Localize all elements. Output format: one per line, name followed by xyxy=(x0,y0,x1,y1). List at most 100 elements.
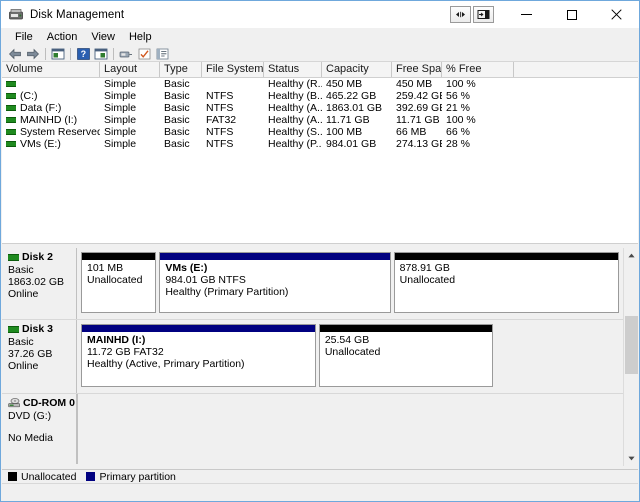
cell-status: Healthy (A... xyxy=(268,102,322,114)
help-icon[interactable]: ? xyxy=(74,46,92,61)
cell-free-space: 11.71 GB xyxy=(396,114,440,126)
cell-volume: VMs (E:) xyxy=(2,138,100,150)
column-header-capacity[interactable]: Capacity xyxy=(322,62,392,77)
cell-capacity: 450 MB xyxy=(326,78,363,90)
menu-item-view[interactable]: View xyxy=(84,29,122,46)
menu-item-help[interactable]: Help xyxy=(122,29,159,46)
partition-color-band xyxy=(394,253,618,260)
toolbar-separator xyxy=(70,47,71,60)
legend: Unallocated Primary partition xyxy=(2,469,638,483)
partition-vms-e[interactable]: VMs (E:) 984.01 GB NTFS Healthy (Primary… xyxy=(159,252,391,313)
show-hide-tree-icon[interactable] xyxy=(49,46,67,61)
table-row[interactable]: Data (F:) Simple Basic NTFS Healthy (A..… xyxy=(2,102,638,114)
forward-icon[interactable] xyxy=(24,46,42,61)
cell-type: Basic xyxy=(164,126,190,138)
cell-layout: Simple xyxy=(104,114,137,126)
cell-layout: Simple xyxy=(104,90,137,102)
volume-color-icon xyxy=(6,92,16,99)
column-header-free-space[interactable]: Free Spa... xyxy=(392,62,442,77)
disk-icon xyxy=(8,325,19,333)
toolbar-separator xyxy=(45,47,46,60)
column-header-file-system[interactable]: File System xyxy=(202,62,264,77)
partition-color-band xyxy=(81,325,315,332)
disk-name-label: Disk 3 xyxy=(22,323,53,335)
cell-volume xyxy=(2,78,100,90)
table-row[interactable]: Simple Basic Healthy (R... 450 MB 450 MB… xyxy=(2,78,638,90)
volume-list-rows: Simple Basic Healthy (R... 450 MB 450 MB… xyxy=(2,78,638,150)
cell-capacity: 100 MB xyxy=(326,126,363,138)
table-row[interactable]: VMs (E:) Simple Basic NTFS Healthy (P...… xyxy=(2,138,638,150)
column-header-volume[interactable]: Volume xyxy=(2,62,100,77)
menu-item-file[interactable]: File xyxy=(8,29,40,46)
legend-swatch-unallocated-icon xyxy=(8,472,17,481)
show-hide-action-pane-icon[interactable] xyxy=(92,46,110,61)
partition-status-label: Unallocated xyxy=(399,274,456,286)
cell-capacity: 11.71 GB xyxy=(326,114,370,126)
column-header-type[interactable]: Type xyxy=(160,62,202,77)
scrollbar-thumb[interactable] xyxy=(625,316,638,374)
cell-status: Healthy (P... xyxy=(268,138,322,150)
disk-row-cdrom-0[interactable]: CD-ROM 0 DVD (G:) No Media xyxy=(2,394,638,464)
partition-mainhd-i[interactable]: MAINHD (I:) 11.72 GB FAT32 Healthy (Acti… xyxy=(81,324,316,387)
partition-color-band xyxy=(319,325,492,332)
close-button[interactable] xyxy=(594,1,639,28)
scroll-down-arrow[interactable] xyxy=(624,451,638,466)
cell-free-space: 274.13 GB xyxy=(396,138,442,150)
disk-info-cdrom-0[interactable]: CD-ROM 0 DVD (G:) No Media xyxy=(2,394,77,464)
partition-size-label: 878.91 GB xyxy=(399,262,450,274)
partition-unallocated[interactable]: 101 MB Unallocated xyxy=(81,252,157,313)
legend-label-unallocated: Unallocated xyxy=(21,470,77,483)
show-hide-console-tree-button[interactable] xyxy=(450,6,471,23)
cell-file-system: NTFS xyxy=(206,126,234,138)
graphical-view-scrollbar[interactable] xyxy=(623,248,638,466)
legend-label-primary-partition: Primary partition xyxy=(99,470,176,483)
cell-layout: Simple xyxy=(104,126,137,138)
partition-status-label: Unallocated xyxy=(87,274,143,286)
column-header-pct-free[interactable]: % Free xyxy=(442,62,514,77)
toolbar-separator xyxy=(113,47,114,60)
graphical-view-pane: Disk 2 Basic 1863.02 GB Online 101 MB Un… xyxy=(2,248,638,466)
disk-info-disk-3[interactable]: Disk 3 Basic 37.26 GB Online xyxy=(2,320,77,393)
cell-type: Basic xyxy=(164,102,190,114)
show-hide-action-pane-button[interactable] xyxy=(473,6,494,23)
menu-item-action[interactable]: Action xyxy=(40,29,85,46)
cell-type: Basic xyxy=(164,114,190,126)
back-icon[interactable] xyxy=(6,46,24,61)
cell-pct-free: 56 % xyxy=(446,90,470,102)
partition-size-label: 101 MB xyxy=(87,262,124,274)
volume-list-pane: Volume Layout Type File System Status Ca… xyxy=(2,61,638,243)
partition-unallocated[interactable]: 25.54 GB Unallocated xyxy=(318,324,493,387)
cell-file-system: NTFS xyxy=(206,102,234,114)
disk-row-disk-2[interactable]: Disk 2 Basic 1863.02 GB Online 101 MB Un… xyxy=(2,248,638,320)
properties-icon[interactable] xyxy=(135,46,153,61)
disk-size-label: 37.26 GB xyxy=(8,348,53,360)
partition-color-band xyxy=(82,253,156,260)
cdrom-icon xyxy=(8,398,21,408)
maximize-button[interactable] xyxy=(549,1,594,28)
partition-status-label: Healthy (Primary Partition) xyxy=(165,286,289,298)
minimize-button[interactable] xyxy=(504,1,549,28)
column-header-status[interactable]: Status xyxy=(264,62,322,77)
column-header-layout[interactable]: Layout xyxy=(100,62,160,77)
disk-row-disk-3[interactable]: Disk 3 Basic 37.26 GB Online MAINHD (I:)… xyxy=(2,320,638,394)
cdrom-name-label: CD-ROM 0 xyxy=(23,397,75,409)
partition-size-label: 984.01 GB NTFS xyxy=(165,274,246,286)
cdrom-status-label: No Media xyxy=(8,432,53,444)
disk-info-disk-2[interactable]: Disk 2 Basic 1863.02 GB Online xyxy=(2,248,77,319)
disk-title: Disk 2 xyxy=(8,251,76,263)
partition-unallocated[interactable]: 878.91 GB Unallocated xyxy=(393,252,619,313)
scroll-up-arrow[interactable] xyxy=(624,248,638,263)
cell-pct-free: 100 % xyxy=(446,78,476,90)
cell-file-system: FAT32 xyxy=(206,114,237,126)
cell-status: Healthy (R... xyxy=(268,78,322,90)
rescan-disks-icon[interactable] xyxy=(117,46,135,61)
table-row[interactable]: System Reserved Simple Basic NTFS Health… xyxy=(2,126,638,138)
cell-type: Basic xyxy=(164,138,190,150)
table-row[interactable]: MAINHD (I:) Simple Basic FAT32 Healthy (… xyxy=(2,114,638,126)
cell-pct-free: 28 % xyxy=(446,138,470,150)
all-tasks-icon[interactable] xyxy=(153,46,171,61)
disk-size-label: 1863.02 GB xyxy=(8,276,65,288)
volume-color-icon xyxy=(6,80,16,87)
cell-volume: MAINHD (I:) xyxy=(2,114,100,126)
table-row[interactable]: (C:) Simple Basic NTFS Healthy (B... 465… xyxy=(2,90,638,102)
